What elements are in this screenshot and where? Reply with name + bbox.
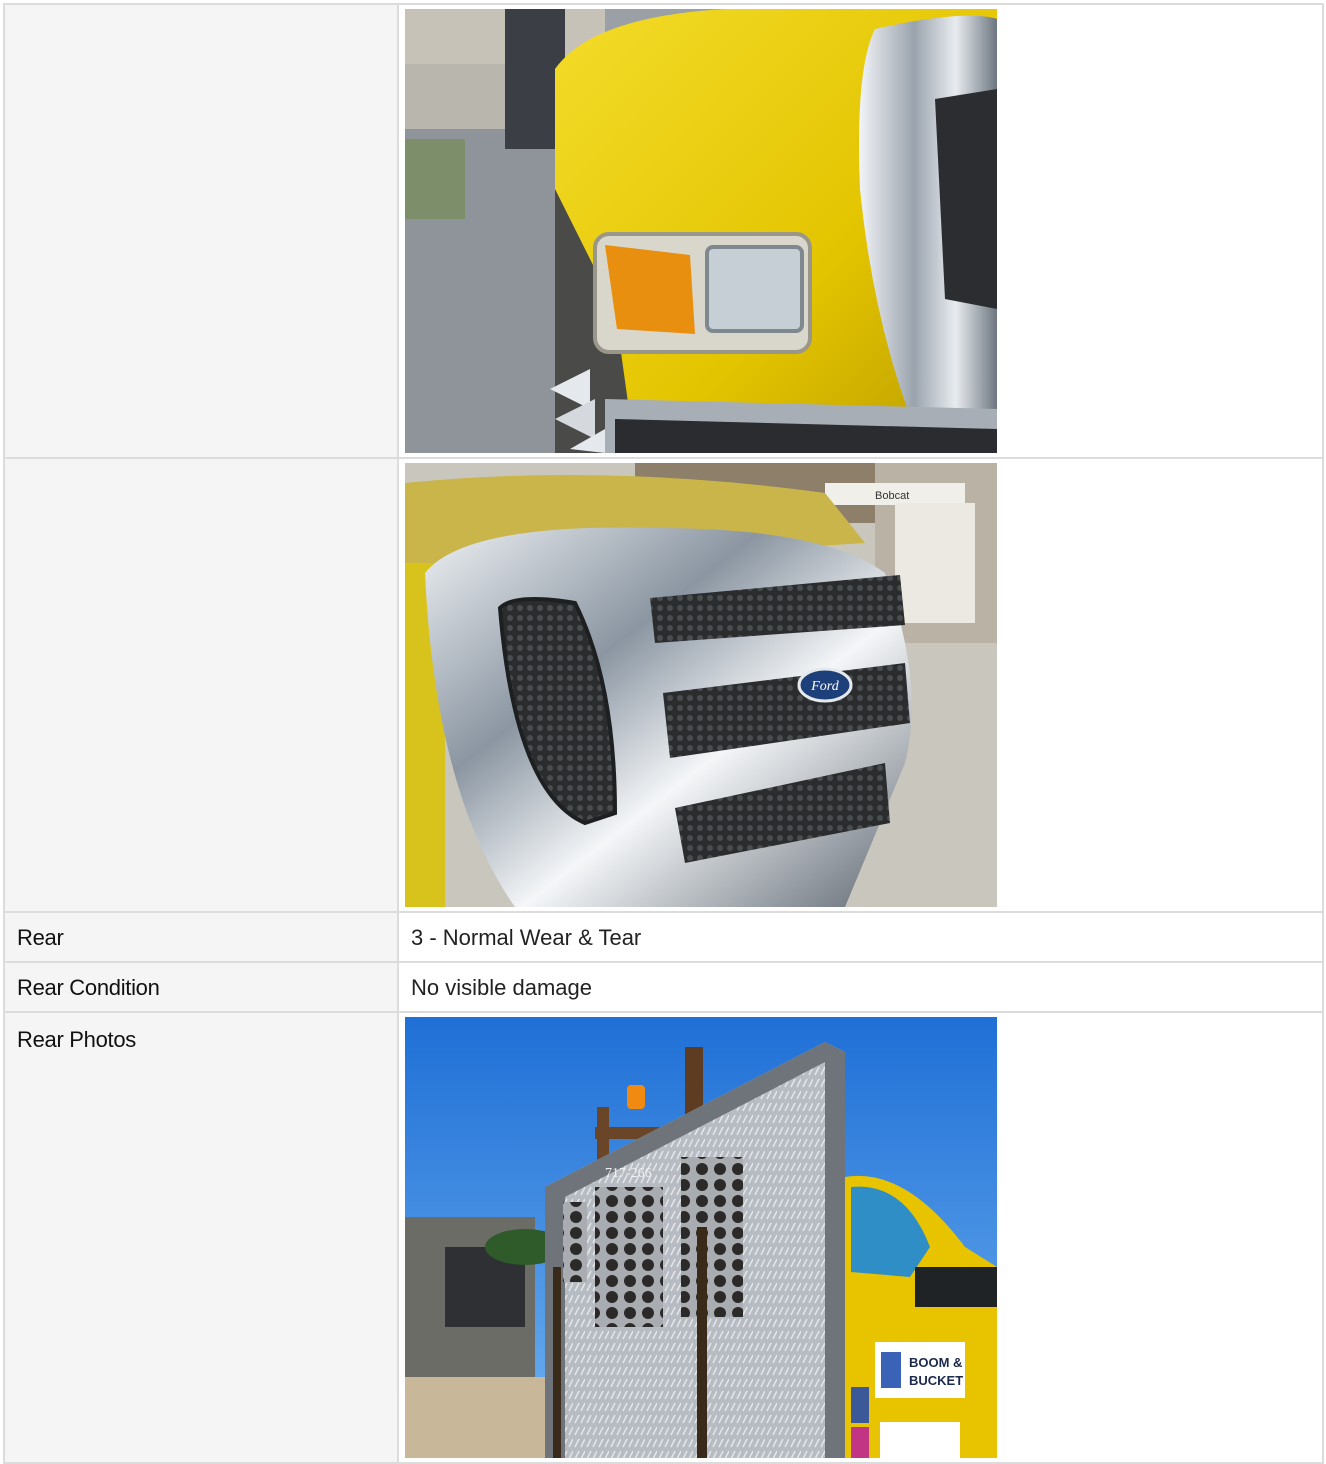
table-row: Rear 3 - Normal Wear & Tear [3, 911, 1324, 963]
table-row: Rear Condition No visible damage [3, 961, 1324, 1013]
door-logo-line1: BOOM & [909, 1355, 962, 1370]
grille-logo-text: Ford [810, 679, 839, 694]
row-label: Rear [3, 911, 399, 963]
photo-cell: Bobcat Ford [397, 457, 1324, 913]
row-label [3, 3, 399, 459]
truck-headlight-photo[interactable] [405, 9, 997, 453]
table-row: Bobcat Ford [3, 457, 1324, 913]
excavator-brand-text: Bobcat [875, 490, 909, 502]
photo-cell [397, 3, 1324, 459]
inspection-table: Bobcat Ford Rear 3 - Normal Wear & Tear … [3, 3, 1324, 1464]
row-label: Rear Condition [3, 961, 399, 1013]
row-value: 3 - Normal Wear & Tear [397, 911, 1324, 963]
rack-number-text: 717-266 [605, 1166, 652, 1181]
table-row [3, 3, 1324, 459]
door-logo-line2: BUCKET [909, 1373, 963, 1388]
table-row: Rear Photos 717-266 BOOM & BUCKET [3, 1011, 1324, 1464]
truck-grille-photo[interactable]: Bobcat Ford [405, 463, 997, 907]
row-label [3, 457, 399, 913]
row-value: No visible damage [397, 961, 1324, 1013]
truck-rear-headache-rack-photo[interactable]: 717-266 BOOM & BUCKET [405, 1017, 997, 1458]
row-label: Rear Photos [3, 1011, 399, 1464]
photo-cell: 717-266 BOOM & BUCKET [397, 1011, 1324, 1464]
